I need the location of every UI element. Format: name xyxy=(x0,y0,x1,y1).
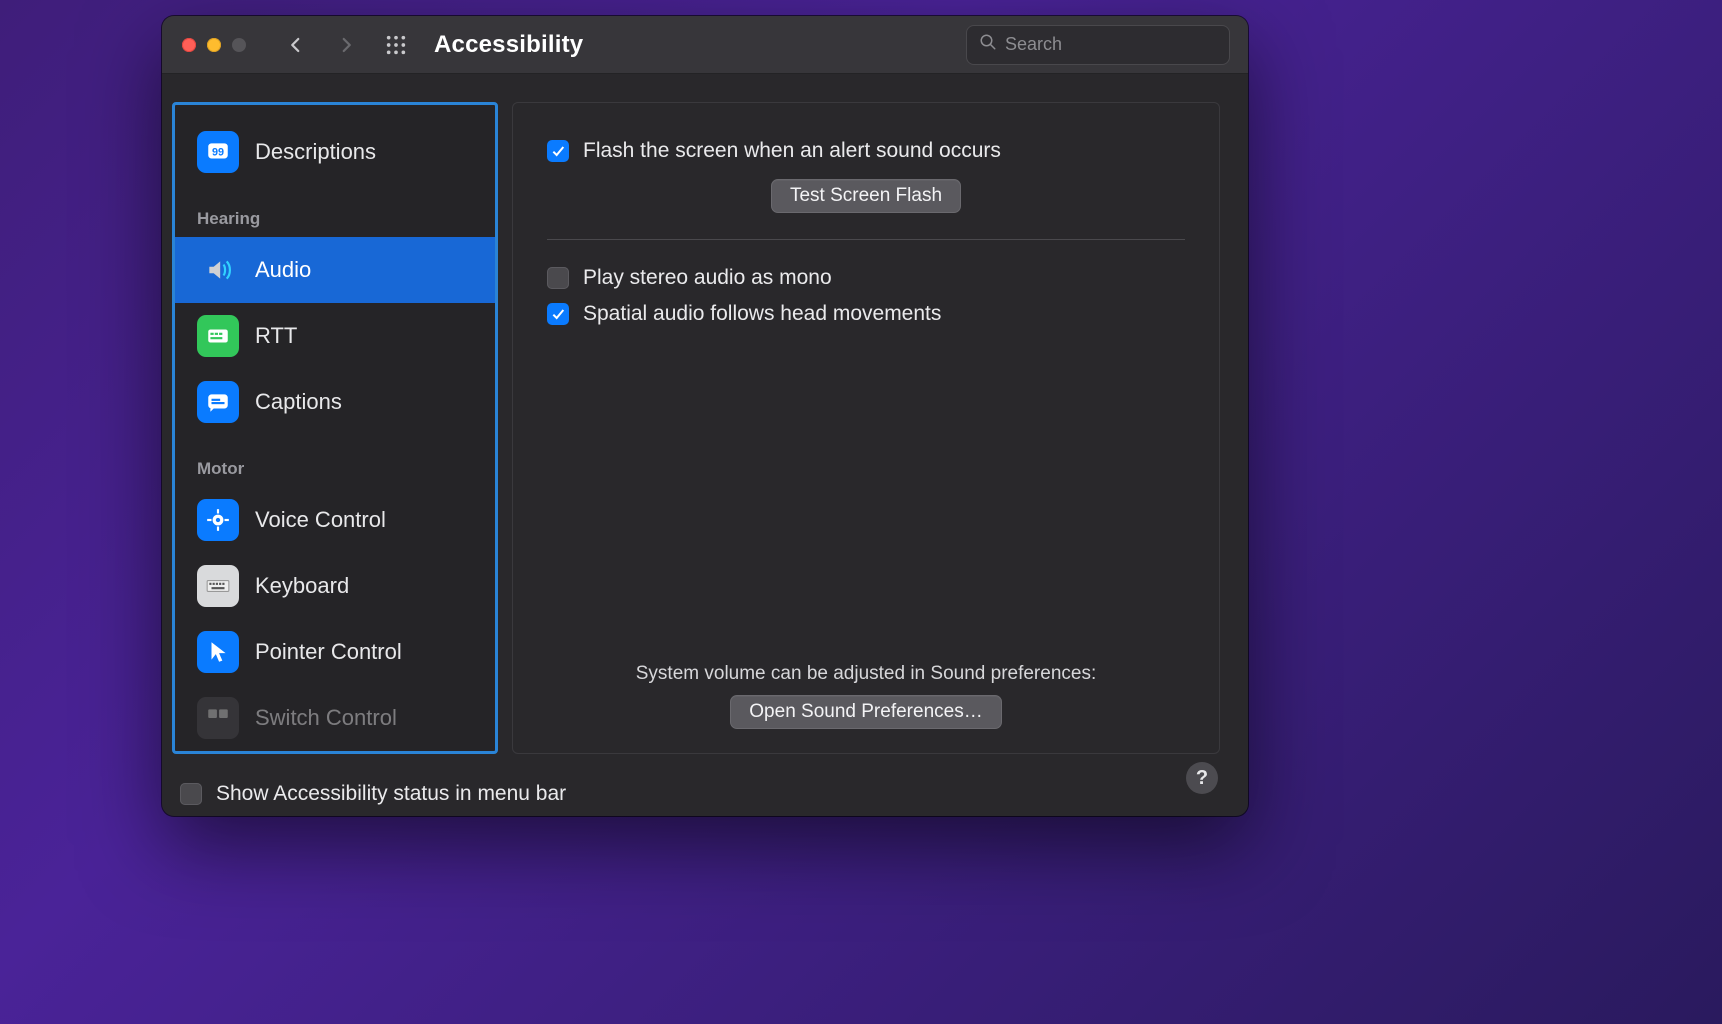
switch-control-icon xyxy=(197,697,239,739)
category-sidebar: 99 Descriptions Hearing Audio RTT xyxy=(172,102,498,754)
page-title: Accessibility xyxy=(434,31,583,59)
sidebar-item-label: Keyboard xyxy=(255,573,349,599)
stereo-mono-row: Play stereo audio as mono xyxy=(547,260,1185,296)
spatial-audio-checkbox[interactable] xyxy=(547,303,569,325)
keyboard-icon xyxy=(197,565,239,607)
sidebar-item-label: Pointer Control xyxy=(255,639,402,665)
sidebar-item-rtt[interactable]: RTT xyxy=(175,303,495,369)
sidebar-item-label: Descriptions xyxy=(255,139,376,165)
sidebar-section-motor: Motor xyxy=(175,435,495,487)
flash-screen-row: Flash the screen when an alert sound occ… xyxy=(547,133,1185,169)
search-icon xyxy=(979,33,997,56)
sidebar-item-label: Switch Control xyxy=(255,705,397,731)
zoom-window-button[interactable] xyxy=(232,38,246,52)
sidebar-item-switch-control[interactable]: Switch Control xyxy=(175,685,495,751)
sidebar-item-pointer-control[interactable]: Pointer Control xyxy=(175,619,495,685)
system-preferences-window: Accessibility 99 Descriptions Hearing xyxy=(162,16,1248,816)
open-sound-preferences-button[interactable]: Open Sound Preferences… xyxy=(730,695,1001,729)
spatial-audio-row: Spatial audio follows head movements xyxy=(547,296,1185,332)
back-button[interactable] xyxy=(278,27,314,63)
sidebar-item-voice-control[interactable]: Voice Control xyxy=(175,487,495,553)
flash-screen-checkbox[interactable] xyxy=(547,140,569,162)
sidebar-section-hearing: Hearing xyxy=(175,185,495,237)
titlebar: Accessibility xyxy=(162,16,1248,74)
window-controls xyxy=(182,38,246,52)
voice-control-icon xyxy=(197,499,239,541)
rtt-icon xyxy=(197,315,239,357)
sidebar-item-label: Captions xyxy=(255,389,342,415)
forward-button[interactable] xyxy=(328,27,364,63)
stereo-mono-checkbox[interactable] xyxy=(547,267,569,289)
flash-screen-label: Flash the screen when an alert sound occ… xyxy=(583,139,1001,163)
sidebar-item-label: RTT xyxy=(255,323,297,349)
minimize-window-button[interactable] xyxy=(207,38,221,52)
sidebar-item-audio[interactable]: Audio xyxy=(175,237,495,303)
sidebar-item-keyboard[interactable]: Keyboard xyxy=(175,553,495,619)
test-screen-flash-button[interactable]: Test Screen Flash xyxy=(771,179,961,213)
pointer-control-icon xyxy=(197,631,239,673)
sidebar-item-label: Audio xyxy=(255,257,311,283)
search-field[interactable] xyxy=(966,25,1230,65)
audio-icon xyxy=(197,249,239,291)
help-button[interactable]: ? xyxy=(1186,762,1218,794)
divider xyxy=(547,239,1185,240)
menu-bar-status-checkbox[interactable] xyxy=(180,783,202,805)
close-window-button[interactable] xyxy=(182,38,196,52)
sidebar-item-captions[interactable]: Captions xyxy=(175,369,495,435)
svg-text:99: 99 xyxy=(212,146,224,158)
show-all-button[interactable] xyxy=(378,27,414,63)
captions-icon xyxy=(197,381,239,423)
spatial-audio-label: Spatial audio follows head movements xyxy=(583,302,941,326)
sidebar-item-descriptions[interactable]: 99 Descriptions xyxy=(175,119,495,185)
stereo-mono-label: Play stereo audio as mono xyxy=(583,266,832,290)
search-input[interactable] xyxy=(1005,34,1237,55)
volume-note: System volume can be adjusted in Sound p… xyxy=(547,663,1185,685)
menu-bar-status-label: Show Accessibility status in menu bar xyxy=(216,782,566,806)
descriptions-icon: 99 xyxy=(197,131,239,173)
window-footer: Show Accessibility status in menu bar xyxy=(162,772,1248,816)
detail-pane: Flash the screen when an alert sound occ… xyxy=(512,102,1220,754)
sidebar-item-label: Voice Control xyxy=(255,507,386,533)
